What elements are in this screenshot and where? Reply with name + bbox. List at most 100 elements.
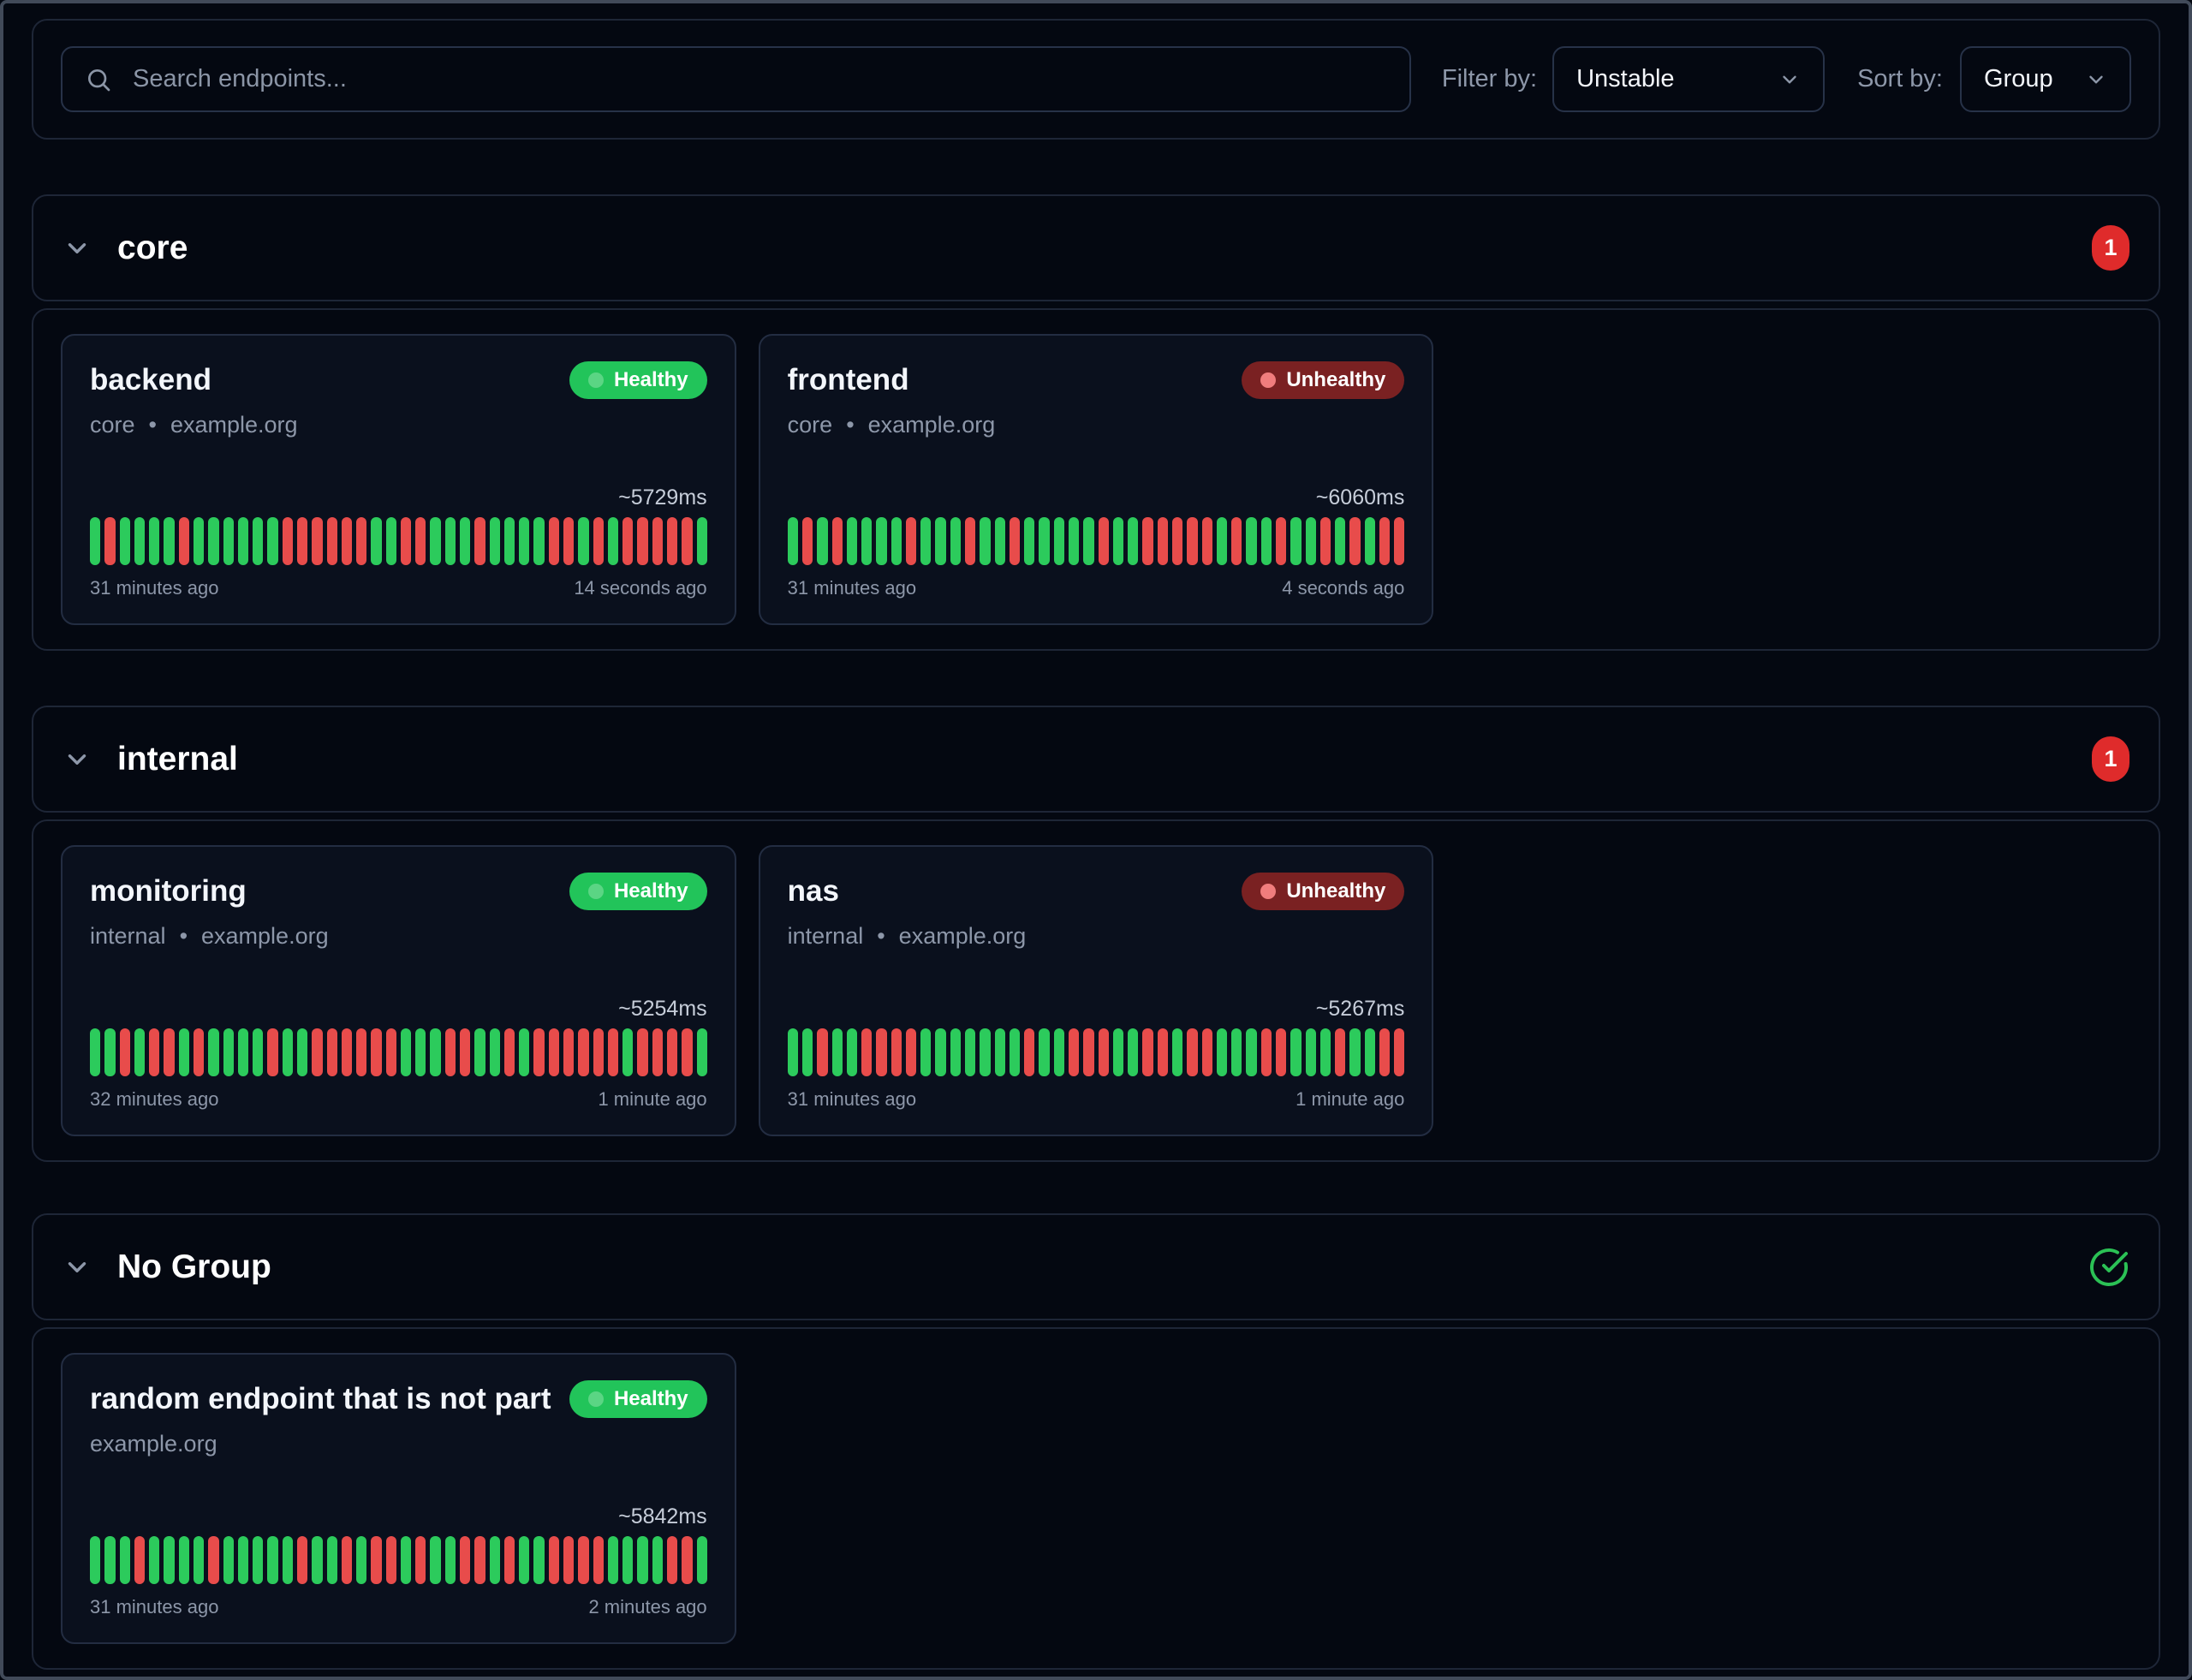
history-bar[interactable]: [445, 1536, 456, 1584]
history-bar[interactable]: [283, 1536, 293, 1584]
filter-select[interactable]: Unstable: [1552, 46, 1825, 112]
history-bar[interactable]: [817, 517, 827, 565]
history-bar[interactable]: [460, 517, 470, 565]
history-bar[interactable]: [297, 1028, 307, 1076]
history-bar[interactable]: [1010, 1028, 1020, 1076]
sort-select[interactable]: Group: [1960, 46, 2131, 112]
history-bar[interactable]: [445, 517, 456, 565]
group-header[interactable]: No Group: [32, 1213, 2160, 1320]
history-bar[interactable]: [1187, 1028, 1197, 1076]
history-bar[interactable]: [90, 1028, 100, 1076]
history-bar[interactable]: [134, 1028, 145, 1076]
history-bar[interactable]: [1158, 517, 1168, 565]
history-bar[interactable]: [120, 1536, 130, 1584]
history-bar[interactable]: [578, 517, 588, 565]
history-bar[interactable]: [1290, 517, 1301, 565]
history-bar[interactable]: [549, 1536, 559, 1584]
history-bar[interactable]: [1335, 517, 1345, 565]
history-bar[interactable]: [622, 1536, 633, 1584]
history-bar[interactable]: [208, 1536, 218, 1584]
history-bar[interactable]: [1394, 517, 1404, 565]
history-bar[interactable]: [371, 517, 381, 565]
history-bar[interactable]: [208, 517, 218, 565]
history-bar[interactable]: [1261, 517, 1272, 565]
history-bar[interactable]: [445, 1028, 456, 1076]
history-bar[interactable]: [549, 517, 559, 565]
history-bar[interactable]: [179, 517, 189, 565]
endpoint-card[interactable]: frontend Unhealthy core • example.org ~6…: [759, 334, 1434, 625]
history-bar[interactable]: [667, 1536, 677, 1584]
history-bar[interactable]: [1054, 517, 1064, 565]
history-bar[interactable]: [1024, 517, 1034, 565]
endpoint-card[interactable]: monitoring Healthy internal • example.or…: [61, 845, 736, 1136]
history-bar[interactable]: [356, 1536, 366, 1584]
history-bar[interactable]: [474, 1028, 485, 1076]
history-bar[interactable]: [697, 1028, 707, 1076]
endpoint-card[interactable]: random endpoint that is not part... Heal…: [61, 1353, 736, 1644]
history-bar[interactable]: [1217, 517, 1227, 565]
history-bar[interactable]: [164, 517, 174, 565]
history-bar[interactable]: [891, 517, 902, 565]
history-bar[interactable]: [549, 1028, 559, 1076]
history-bar[interactable]: [164, 1536, 174, 1584]
history-bar[interactable]: [1069, 517, 1079, 565]
history-bar[interactable]: [134, 517, 145, 565]
history-bar[interactable]: [371, 1536, 381, 1584]
history-bar[interactable]: [1039, 1028, 1049, 1076]
history-bar[interactable]: [519, 1028, 529, 1076]
history-bar[interactable]: [490, 517, 500, 565]
history-bar[interactable]: [238, 1028, 248, 1076]
endpoint-card[interactable]: nas Unhealthy internal • example.org ~52…: [759, 845, 1434, 1136]
history-bar[interactable]: [415, 517, 426, 565]
history-bar[interactable]: [1394, 1028, 1404, 1076]
history-bar[interactable]: [460, 1028, 470, 1076]
history-bar[interactable]: [637, 1028, 647, 1076]
history-bar[interactable]: [608, 517, 618, 565]
history-bar[interactable]: [832, 517, 843, 565]
history-bar[interactable]: [194, 517, 204, 565]
history-bar[interactable]: [342, 1028, 352, 1076]
history-bar[interactable]: [519, 517, 529, 565]
history-bar[interactable]: [1158, 1028, 1168, 1076]
history-bar[interactable]: [283, 517, 293, 565]
history-bar[interactable]: [1128, 517, 1138, 565]
history-bar[interactable]: [267, 517, 277, 565]
history-bar[interactable]: [1142, 1028, 1153, 1076]
history-bar[interactable]: [563, 1536, 574, 1584]
history-bar[interactable]: [1113, 1028, 1123, 1076]
history-bar[interactable]: [1083, 1028, 1093, 1076]
history-bar[interactable]: [519, 1536, 529, 1584]
history-bar[interactable]: [667, 517, 677, 565]
group-header[interactable]: internal 1: [32, 706, 2160, 813]
history-bar[interactable]: [1172, 517, 1182, 565]
history-bar[interactable]: [652, 1536, 663, 1584]
history-bar[interactable]: [682, 1536, 692, 1584]
history-bar[interactable]: [652, 1028, 663, 1076]
history-bar[interactable]: [1039, 517, 1049, 565]
history-bar[interactable]: [788, 1028, 798, 1076]
history-bar[interactable]: [297, 1536, 307, 1584]
history-bar[interactable]: [342, 517, 352, 565]
history-bar[interactable]: [1320, 1028, 1331, 1076]
history-bar[interactable]: [1365, 517, 1375, 565]
history-bar[interactable]: [356, 1028, 366, 1076]
history-bar[interactable]: [253, 517, 263, 565]
history-bar[interactable]: [1379, 1028, 1390, 1076]
history-bar[interactable]: [474, 1536, 485, 1584]
history-bar[interactable]: [267, 1028, 277, 1076]
history-bar[interactable]: [356, 517, 366, 565]
history-bar[interactable]: [1276, 1028, 1286, 1076]
history-bar[interactable]: [415, 1028, 426, 1076]
history-bar[interactable]: [1024, 1028, 1034, 1076]
history-bar[interactable]: [223, 517, 234, 565]
history-bar[interactable]: [1276, 517, 1286, 565]
history-bar[interactable]: [593, 1536, 604, 1584]
history-bar[interactable]: [861, 1028, 872, 1076]
history-bar[interactable]: [697, 1536, 707, 1584]
history-bar[interactable]: [1099, 1028, 1109, 1076]
endpoint-card[interactable]: backend Healthy core • example.org ~5729…: [61, 334, 736, 625]
history-bar[interactable]: [788, 517, 798, 565]
history-bar[interactable]: [817, 1028, 827, 1076]
history-bar[interactable]: [608, 1536, 618, 1584]
history-bar[interactable]: [622, 1028, 633, 1076]
